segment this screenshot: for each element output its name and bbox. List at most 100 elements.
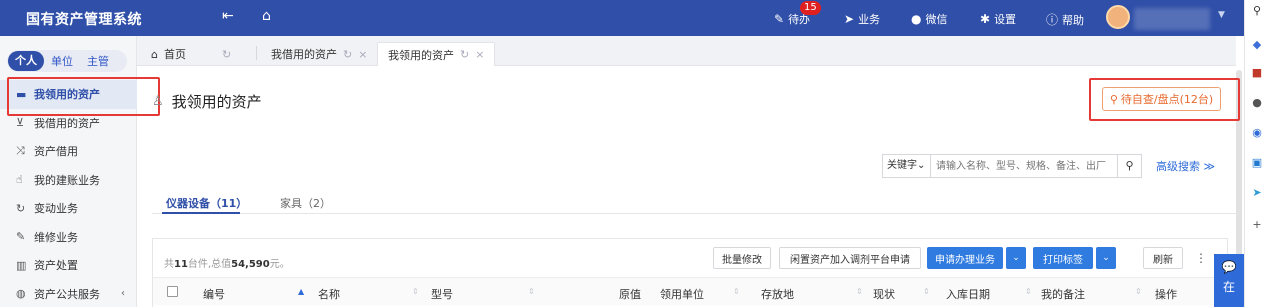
help-icon: ⓘ <box>1046 11 1058 28</box>
more-options-icon[interactable]: ⋮ <box>1195 251 1207 265</box>
chevron-down-icon[interactable]: ▼ <box>1218 10 1225 20</box>
business-button[interactable]: ➤ 业务 <box>844 11 880 27</box>
keyword-label: 关键字 <box>887 160 917 171</box>
home-icon[interactable]: ⌂ <box>262 8 271 24</box>
page-title: ♙ 我领用的资产 <box>152 91 262 112</box>
tab-label: 我领用的资产 <box>388 47 454 63</box>
gear-icon: ✱ <box>980 12 990 26</box>
person-icon: ♙ <box>152 94 164 109</box>
sort-icon[interactable]: ⇕ <box>856 287 863 296</box>
tab-label: 首页 <box>164 46 186 62</box>
highlight-box-check <box>1089 78 1240 121</box>
select-all-checkbox[interactable] <box>167 286 178 297</box>
col-name[interactable]: 名称 <box>318 286 340 302</box>
col-status[interactable]: 现状 <box>873 286 895 302</box>
col-original-value[interactable]: 原值 <box>619 286 641 302</box>
search-icon: ⚲ <box>1125 159 1133 172</box>
add-icon[interactable]: + <box>1250 218 1264 232</box>
sidebar-item-asset-borrow[interactable]: ⤨ 资产借用 <box>0 137 137 166</box>
refresh-icon: ↻ <box>16 202 34 215</box>
sidebar-item-change-business[interactable]: ↻ 变动业务 <box>0 194 137 223</box>
col-number[interactable]: 编号 <box>203 286 225 302</box>
sort-icon[interactable]: ⇕ <box>1025 287 1032 296</box>
business-label: 业务 <box>858 11 880 27</box>
outlook-icon[interactable]: ▣ <box>1250 156 1264 170</box>
summary-prefix: 共 <box>164 259 174 270</box>
refresh-icon[interactable]: ↻ <box>343 48 352 61</box>
batch-edit-button[interactable]: 批量修改 <box>713 247 771 269</box>
tab-divider <box>256 46 257 60</box>
search-button[interactable]: ⚲ <box>1117 155 1141 177</box>
page-tabs-bar: ⌂ 首页 ↻ 我借用的资产 ↻ × 我领用的资产 ↻ × <box>137 36 1236 66</box>
search-icon[interactable]: ⚲ <box>1250 4 1264 18</box>
col-storage-date[interactable]: 入库日期 <box>946 286 990 302</box>
globe-icon: ◍ <box>16 287 34 300</box>
todo-badge: 15 <box>800 1 821 15</box>
todo-button[interactable]: ✎ 待办 15 <box>774 11 810 27</box>
tag-icon[interactable]: ◆ <box>1250 38 1264 52</box>
floating-chat-button[interactable]: 💬 在 <box>1214 254 1244 307</box>
user-name-redacted[interactable] <box>1134 8 1210 30</box>
keyword-select[interactable]: 关键字⌄ <box>883 155 931 177</box>
summary-suffix: 元。 <box>270 259 290 270</box>
sidebar-item-label: 资产借用 <box>34 143 78 159</box>
segment-unit[interactable]: 单位 <box>44 53 80 69</box>
chat-icon: 💬 <box>1214 260 1244 274</box>
sort-icon[interactable]: ⇕ <box>528 287 535 296</box>
office-icon[interactable]: ◉ <box>1250 126 1264 140</box>
sidebar-item-repair[interactable]: ✎ 维修业务 <box>0 223 137 252</box>
wechat-button[interactable]: ● 微信 <box>911 11 947 27</box>
refresh-button[interactable]: 刷新 <box>1143 247 1183 269</box>
segment-personal[interactable]: 个人 <box>8 51 44 71</box>
advanced-search-link[interactable]: 高级搜索 ≫ <box>1156 158 1215 174</box>
sort-icon[interactable]: ⇕ <box>412 287 419 296</box>
segment-supervisor[interactable]: 主管 <box>80 53 116 69</box>
summary-text: 共11台件,总值54,590元。 <box>164 255 290 270</box>
close-icon[interactable]: × <box>358 48 367 61</box>
settings-button[interactable]: ✱ 设置 <box>980 11 1016 27</box>
sort-icon[interactable]: ⇕ <box>1135 287 1142 296</box>
refresh-icon[interactable]: ↻ <box>222 48 231 61</box>
search-bar: 关键字⌄ ⚲ <box>882 154 1142 178</box>
wechat-icon: ● <box>911 12 921 26</box>
avatar[interactable] <box>1106 5 1130 29</box>
refresh-icon[interactable]: ↻ <box>460 48 469 61</box>
wechat-label: 微信 <box>925 11 947 27</box>
sort-asc-icon[interactable]: ▲ <box>298 287 304 296</box>
search-input[interactable] <box>931 156 1117 176</box>
inbox-icon: ⊻ <box>16 116 34 129</box>
send-icon: ➤ <box>844 12 854 26</box>
browser-side-rail: ⚲ ◆ ■ ● ◉ ▣ ➤ + <box>1244 0 1268 307</box>
col-model[interactable]: 型号 <box>431 286 453 302</box>
col-my-notes[interactable]: 我的备注 <box>1041 286 1085 302</box>
sort-icon[interactable]: ⇕ <box>733 287 740 296</box>
col-receiving-unit[interactable]: 领用单位 <box>660 286 704 302</box>
sidebar-item-disposal[interactable]: ▥ 资产处置 <box>0 251 137 280</box>
apply-business-button[interactable]: 申请办理业务 <box>927 247 1003 269</box>
help-label: 帮助 <box>1062 12 1084 28</box>
chevron-down-icon[interactable]: ⌄ <box>1096 247 1116 269</box>
tab-furniture[interactable]: 家具（2） <box>280 195 331 211</box>
tab-label: 我借用的资产 <box>271 46 337 62</box>
person-icon[interactable]: ● <box>1250 96 1264 110</box>
tab-instruments[interactable]: 仪器设备（11） <box>166 195 247 211</box>
chevron-down-icon[interactable]: ⌄ <box>1006 247 1026 269</box>
sort-icon[interactable]: ⇕ <box>923 287 930 296</box>
thumb-icon: ☝ <box>16 173 34 186</box>
close-icon[interactable]: × <box>475 48 484 61</box>
col-storage-location[interactable]: 存放地 <box>761 286 794 302</box>
sidebar-item-public-service[interactable]: ◍ 资产公共服务 ‹ <box>0 280 137 308</box>
help-button[interactable]: ⓘ 帮助 <box>1046 11 1084 28</box>
tab-home[interactable]: ⌂ 首页 ↻ <box>141 42 241 66</box>
top-bar: 国有资产管理系统 ⇤ ⌂ ✎ 待办 15 ➤ 业务 ● 微信 ✱ 设置 ⓘ 帮助… <box>0 0 1244 36</box>
category-tabs: 仪器设备（11） 家具（2） <box>152 190 1236 214</box>
briefcase-icon[interactable]: ■ <box>1250 66 1264 80</box>
tab-borrowed-assets[interactable]: 我借用的资产 ↻ × <box>261 42 377 66</box>
send-icon[interactable]: ➤ <box>1250 186 1264 200</box>
idle-asset-apply-button[interactable]: 闲置资产加入调剂平台申请 <box>779 247 921 269</box>
collapse-sidebar-icon[interactable]: ⇤ <box>222 8 234 24</box>
sidebar-item-my-accounting[interactable]: ☝ 我的建账业务 <box>0 166 137 195</box>
print-label-button[interactable]: 打印标签 <box>1033 247 1093 269</box>
tab-received-assets[interactable]: 我领用的资产 ↻ × <box>377 42 495 66</box>
asset-table-panel: 共11台件,总值54,590元。 批量修改 闲置资产加入调剂平台申请 申请办理业… <box>152 238 1228 307</box>
